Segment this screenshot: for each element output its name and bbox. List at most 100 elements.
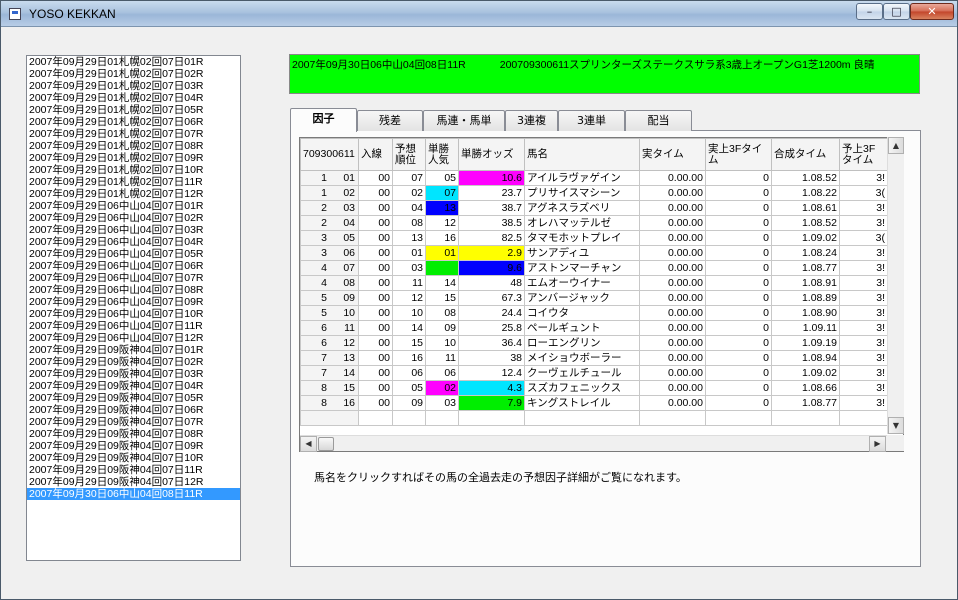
table-row[interactable]: 3 05 00 13 16 82.5 タマモホットプレイ 0.00.00 0 1.09.02 3( [300,230,888,246]
race-list-item[interactable]: 2007年09月29日01札幌02回07日04R [27,92,240,104]
race-list-item[interactable]: 2007年09月29日09阪神04回07日11R [27,464,240,476]
grid-vertical-scrollbar[interactable]: ▲ ▼ [887,137,904,434]
race-list-item[interactable]: 2007年09月29日09阪神04回07日07R [27,416,240,428]
race-list-item[interactable]: 2007年09月29日06中山04回07日08R [27,284,240,296]
race-list-item[interactable]: 2007年09月29日01札幌02回07日07R [27,128,240,140]
horse-name-cell[interactable]: エムオーウイナー [524,275,640,291]
column-header[interactable]: 実上3Fタイム [705,138,772,171]
race-list-item[interactable]: 2007年09月29日01札幌02回07日08R [27,140,240,152]
table-row[interactable]: 4 07 00 03 9.6 アストンマーチャン 0.00.00 0 1.08.77 3! [300,260,888,276]
tab-3[interactable]: 馬連・馬単 [423,110,505,131]
horse-name-cell[interactable]: アンバージャック [524,290,640,306]
scroll-up-arrow-icon[interactable]: ▲ [888,137,904,154]
horse-name-cell[interactable]: アグネスラズベリ [524,200,640,216]
horse-name-cell[interactable]: ペールギュント [524,320,640,336]
column-header[interactable]: 実タイム [639,138,706,171]
tab-1[interactable]: 因子 [290,108,357,132]
table-row[interactable]: 4 08 00 11 14 48 エムオーウイナー 0.00.00 0 1.08.91 3! [300,275,888,291]
race-list-item[interactable]: 2007年09月29日06中山04回07日12R [27,332,240,344]
table-row[interactable]: 8 16 00 09 03 7.9 キングストレイル 0.00.00 0 1.08.77 3! [300,395,888,411]
horse-name-cell[interactable]: コイウタ [524,305,640,321]
title-bar[interactable]: YOSO KEKKAN – □ ✕ [1,1,957,27]
table-row[interactable]: 8 15 00 05 02 4.3 スズカフェニックス 0.00.00 0 1.08.66 3! [300,380,888,396]
column-header[interactable]: 入線 [358,138,393,171]
race-list-item[interactable]: 2007年09月29日09阪神04回07日10R [27,452,240,464]
grid-cell: 82.5 [458,230,525,246]
maximize-button[interactable]: □ [883,3,910,20]
race-list-item[interactable]: 2007年09月29日09阪神04回07日03R [27,368,240,380]
minimize-button[interactable]: – [856,3,883,20]
scroll-thumb[interactable] [318,437,334,451]
race-list-item[interactable]: 2007年09月29日09阪神04回07日05R [27,392,240,404]
table-row[interactable]: 2 03 00 04 13 38.7 アグネスラズベリ 0.00.00 0 1.08.61 3! [300,200,888,216]
scroll-right-arrow-icon[interactable]: ▶ [869,436,886,452]
race-list-item[interactable]: 2007年09月29日09阪神04回07日09R [27,440,240,452]
race-list-item[interactable]: 2007年09月29日06中山04回07日01R [27,200,240,212]
race-list-item[interactable]: 2007年09月29日01札幌02回07日02R [27,68,240,80]
tab-6[interactable]: 配当 [625,110,692,131]
race-list-item[interactable]: 2007年09月29日09阪神04回07日06R [27,404,240,416]
table-row[interactable]: 7 13 00 16 11 38 メイショウボーラー 0.00.00 0 1.08.94 3! [300,350,888,366]
table-row[interactable]: 1 02 00 02 07 23.7 プリサイスマシーン 0.00.00 0 1.08.22 3( [300,185,888,201]
horse-name-cell[interactable]: ローエングリン [524,335,640,351]
race-list-item[interactable]: 2007年09月29日09阪神04回07日08R [27,428,240,440]
tab-5[interactable]: 3連単 [558,110,625,131]
race-list-item[interactable]: 2007年09月30日06中山04回08日11R [27,488,240,500]
race-list-item[interactable]: 2007年09月29日06中山04回07日09R [27,296,240,308]
race-list-item[interactable]: 2007年09月29日01札幌02回07日06R [27,116,240,128]
table-row[interactable]: 6 11 00 14 09 25.8 ペールギュント 0.00.00 0 1.09.11 3! [300,320,888,336]
race-list-item[interactable]: 2007年09月29日06中山04回07日10R [27,308,240,320]
race-list-item[interactable]: 2007年09月29日01札幌02回07日12R [27,188,240,200]
horse-name-cell[interactable]: アストンマーチャン [524,260,640,276]
race-listbox[interactable]: 2007年09月29日01札幌02回07日01R 2007年09月29日01札幌0… [26,55,241,561]
horse-name-cell[interactable]: タマモホットプレイ [524,230,640,246]
column-header[interactable]: 予上3Fタイム [839,138,888,171]
scroll-down-arrow-icon[interactable]: ▼ [888,417,904,434]
race-list-item[interactable]: 2007年09月29日06中山04回07日07R [27,272,240,284]
race-list-item[interactable]: 2007年09月29日01札幌02回07日05R [27,104,240,116]
close-button[interactable]: ✕ [910,3,954,20]
column-header[interactable]: 予想順位 [392,138,426,171]
column-header[interactable]: 馬名 [524,138,640,171]
horse-name-cell[interactable]: スズカフェニックス [524,380,640,396]
race-list-item[interactable]: 2007年09月29日06中山04回07日04R [27,236,240,248]
grid-horizontal-scrollbar[interactable]: ◀ ▶ [300,435,887,452]
table-row[interactable]: 5 09 00 12 15 67.3 アンバージャック 0.00.00 0 1.08.89 3! [300,290,888,306]
scroll-left-arrow-icon[interactable]: ◀ [300,436,317,452]
race-list-item[interactable]: 2007年09月29日06中山04回07日02R [27,212,240,224]
column-header[interactable]: 合成タイム [771,138,840,171]
column-header[interactable]: 単勝オッズ [458,138,525,171]
horse-name-cell[interactable]: メイショウボーラー [524,350,640,366]
race-list-item[interactable]: 2007年09月29日01札幌02回07日09R [27,152,240,164]
race-list-item[interactable]: 2007年09月29日01札幌02回07日01R [27,56,240,68]
table-row[interactable]: 2 04 00 08 12 38.5 オレハマッテルゼ 0.00.00 0 1.08.52 3! [300,215,888,231]
horse-name-cell[interactable]: アイルラヴァゲイン [524,170,640,186]
race-list-item[interactable]: 2007年09月29日09阪神04回07日12R [27,476,240,488]
tab-4[interactable]: 3連複 [505,110,558,131]
table-row[interactable]: 6 12 00 15 10 36.4 ローエングリン 0.00.00 0 1.09.19 3! [300,335,888,351]
grid-cell: 08 [425,305,459,321]
race-list-item[interactable]: 2007年09月29日06中山04回07日03R [27,224,240,236]
race-list-item[interactable]: 2007年09月29日06中山04回07日05R [27,248,240,260]
race-list-item[interactable]: 2007年09月29日09阪神04回07日02R [27,356,240,368]
race-list-item[interactable]: 2007年09月29日09阪神04回07日01R [27,344,240,356]
tab-2[interactable]: 残差 [357,110,423,131]
column-header[interactable]: 単勝人気 [425,138,459,171]
table-row[interactable]: 5 10 00 10 08 24.4 コイウタ 0.00.00 0 1.08.90 3! [300,305,888,321]
race-list-item[interactable]: 2007年09月29日06中山04回07日11R [27,320,240,332]
race-list-item[interactable]: 2007年09月29日06中山04回07日06R [27,260,240,272]
horse-name-cell[interactable]: プリサイスマシーン [524,185,640,201]
table-row[interactable]: 7 14 00 06 06 12.4 クーヴェルチュール 0.00.00 0 1.09.02 3! [300,365,888,381]
horse-name-cell[interactable]: オレハマッテルゼ [524,215,640,231]
column-header[interactable]: 709300611 [300,138,359,171]
race-list-item[interactable]: 2007年09月29日09阪神04回07日04R [27,380,240,392]
race-list-item[interactable]: 2007年09月29日01札幌02回07日03R [27,80,240,92]
table-row[interactable]: 3 06 00 01 01 2.9 サンアディユ 0.00.00 0 1.08.24 3! [300,245,888,261]
horse-name-cell[interactable]: キングストレイル [524,395,640,411]
race-list-item[interactable]: 2007年09月29日01札幌02回07日10R [27,164,240,176]
table-row[interactable]: 1 01 00 07 05 10.6 アイルラヴァゲイン 0.00.00 0 1.08.52 3! [300,170,888,186]
horse-name-cell[interactable]: サンアディユ [524,245,640,261]
horse-name-cell[interactable]: クーヴェルチュール [524,365,640,381]
race-list-item[interactable]: 2007年09月29日01札幌02回07日11R [27,176,240,188]
factor-grid[interactable]: 709300611 入線 予想順位 単勝人気 単勝オッズ 馬名 実タイム 実上3Fタイム 合成タ… [299,137,904,452]
